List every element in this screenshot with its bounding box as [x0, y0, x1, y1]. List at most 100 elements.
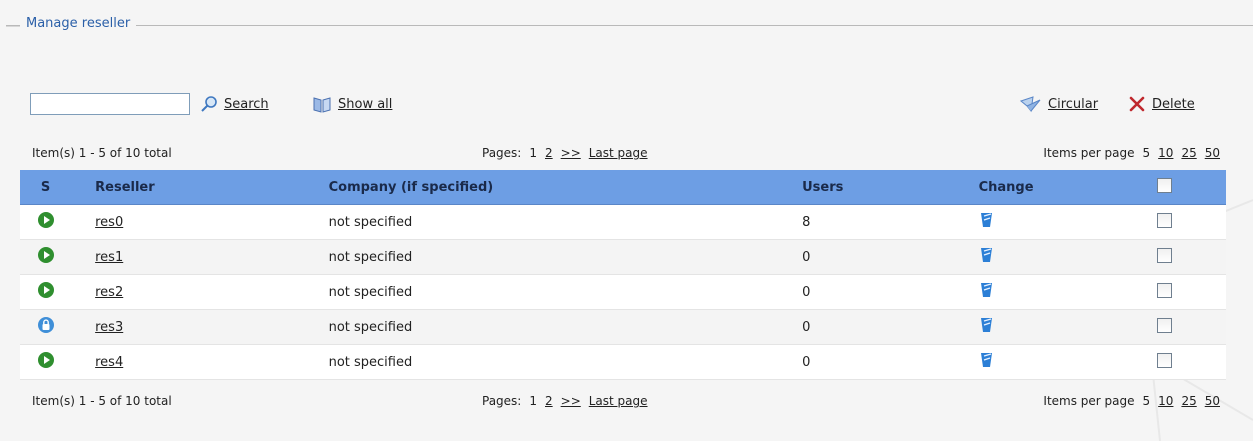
pages-label: Pages: [482, 146, 522, 160]
status-cell[interactable] [20, 204, 72, 240]
search-button[interactable]: Search [200, 93, 269, 115]
search-input[interactable] [30, 93, 190, 115]
per-page-10-link[interactable]: 10 [1158, 146, 1173, 160]
reseller-link[interactable]: res4 [95, 355, 123, 370]
legend-line [6, 26, 20, 27]
status-cell[interactable] [20, 309, 72, 345]
next-page-link[interactable]: >> [561, 394, 581, 408]
toolbar: Search Show all Circular Delete [30, 93, 1220, 119]
reseller-table: S Reseller Company (if specified) Users … [20, 170, 1226, 380]
users-cell: 0 [802, 344, 979, 380]
circular-icon [1020, 96, 1041, 113]
company-cell: not specified [328, 239, 803, 275]
row-checkbox[interactable] [1157, 212, 1173, 228]
select-cell[interactable] [1157, 239, 1226, 275]
table-row: res0 not specified 8 [20, 204, 1226, 240]
change-cell[interactable] [978, 309, 1158, 345]
per-page-25-link[interactable]: 25 [1181, 394, 1196, 408]
row-checkbox[interactable] [1157, 317, 1173, 333]
page-current: 1 [529, 394, 537, 408]
row-checkbox[interactable] [1157, 352, 1173, 368]
reseller-cell: res4 [71, 344, 329, 380]
items-total-text: Item(s) 1 - 5 of 10 total [32, 394, 172, 408]
col-header-status[interactable]: S [20, 170, 72, 205]
locked-status-icon [37, 317, 54, 333]
edit-icon [980, 213, 992, 227]
status-cell[interactable] [20, 239, 72, 275]
pages-nav: Pages: 1 2 >> Last page [482, 394, 648, 408]
reseller-cell: res2 [71, 274, 329, 310]
change-cell[interactable] [978, 344, 1158, 380]
last-page-link[interactable]: Last page [589, 146, 648, 160]
next-page-link[interactable]: >> [561, 146, 581, 160]
row-checkbox[interactable] [1157, 282, 1173, 298]
reseller-link[interactable]: res0 [95, 215, 123, 230]
status-cell[interactable] [20, 274, 72, 310]
fieldset-legend: Manage reseller [20, 16, 137, 31]
edit-icon [980, 353, 992, 367]
per-page-50-link[interactable]: 50 [1205, 394, 1220, 408]
change-cell[interactable] [978, 274, 1158, 310]
items-total-text: Item(s) 1 - 5 of 10 total [32, 146, 172, 160]
per-page-25-link[interactable]: 25 [1181, 146, 1196, 160]
table-row: res1 not specified 0 [20, 239, 1226, 275]
reseller-cell: res0 [71, 204, 329, 240]
pager-top: Item(s) 1 - 5 of 10 total Pages: 1 2 >> Last… [32, 146, 1220, 164]
status-cell[interactable] [20, 344, 72, 380]
edit-icon [980, 248, 992, 262]
show-all-button[interactable]: Show all [312, 93, 392, 115]
reseller-link[interactable]: res3 [95, 320, 123, 335]
delete-label: Delete [1152, 96, 1195, 112]
page-current: 1 [529, 146, 537, 160]
pager-bottom: Item(s) 1 - 5 of 10 total Pages: 1 2 >> Last… [32, 394, 1220, 412]
show-all-label: Show all [338, 96, 393, 112]
edit-icon [980, 318, 992, 332]
per-page-current: 5 [1142, 394, 1151, 408]
reseller-link[interactable]: res1 [95, 250, 123, 265]
table-row: res2 not specified 0 [20, 274, 1226, 310]
circular-label: Circular [1048, 96, 1099, 112]
users-cell: 0 [802, 239, 979, 275]
change-cell[interactable] [978, 204, 1158, 240]
pages-label: Pages: [482, 394, 522, 408]
select-cell[interactable] [1157, 204, 1226, 240]
select-cell[interactable] [1157, 309, 1226, 345]
circular-button[interactable]: Circular [1020, 93, 1098, 115]
table-row: res4 not specified 0 [20, 344, 1226, 380]
pages-nav: Pages: 1 2 >> Last page [482, 146, 648, 160]
change-cell[interactable] [978, 239, 1158, 275]
table-header-row: S Reseller Company (if specified) Users … [20, 170, 1226, 205]
per-page-current: 5 [1142, 146, 1151, 160]
search-icon [201, 96, 217, 112]
reseller-cell: res3 [71, 309, 329, 345]
edit-icon [980, 283, 992, 297]
reseller-cell: res1 [71, 239, 329, 275]
select-cell[interactable] [1157, 274, 1226, 310]
last-page-link[interactable]: Last page [589, 394, 648, 408]
delete-button[interactable]: Delete [1128, 93, 1195, 115]
col-header-select-all[interactable] [1157, 170, 1226, 205]
per-page-10-link[interactable]: 10 [1158, 394, 1173, 408]
search-label: Search [224, 96, 269, 112]
select-cell[interactable] [1157, 344, 1226, 380]
per-page-label: Items per page [1043, 394, 1135, 408]
reseller-link[interactable]: res2 [95, 285, 123, 300]
active-status-icon [37, 282, 54, 298]
company-cell: not specified [328, 344, 803, 380]
company-cell: not specified [328, 204, 803, 240]
select-all-checkbox[interactable] [1157, 177, 1173, 193]
users-cell: 8 [802, 204, 979, 240]
per-page-label: Items per page [1043, 146, 1135, 160]
page-2-link[interactable]: 2 [545, 146, 553, 160]
col-header-reseller[interactable]: Reseller [71, 170, 329, 205]
users-cell: 0 [802, 274, 979, 310]
col-header-users[interactable]: Users [802, 170, 979, 205]
row-checkbox[interactable] [1157, 247, 1173, 263]
col-header-company[interactable]: Company (if specified) [328, 170, 803, 205]
delete-x-icon [1129, 96, 1145, 112]
active-status-icon [37, 212, 54, 228]
per-page-50-link[interactable]: 50 [1205, 146, 1220, 160]
col-header-change: Change [978, 170, 1158, 205]
page-2-link[interactable]: 2 [545, 394, 553, 408]
active-status-icon [37, 352, 54, 368]
